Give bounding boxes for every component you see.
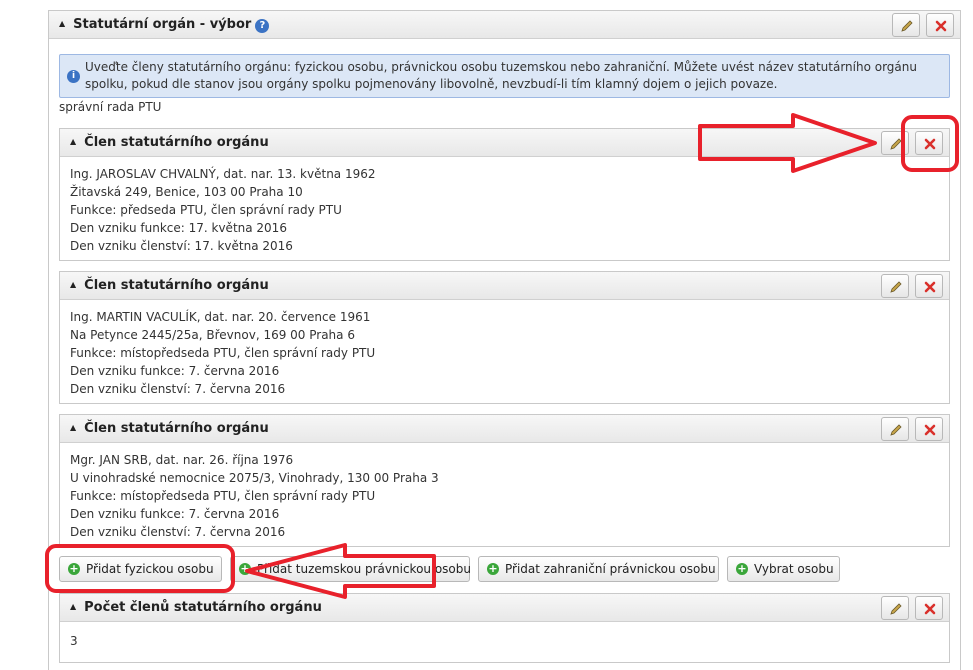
member-line: Den vzniku funkce: 7. června 2016 — [70, 507, 280, 521]
close-icon — [935, 20, 947, 32]
close-icon — [924, 424, 936, 436]
caret-up-icon[interactable]: ▲ — [70, 280, 76, 289]
member-title-wrap: ▲ Člen statutárního orgánu — [70, 278, 269, 293]
pencil-icon — [901, 20, 913, 32]
count-header: ▲ Počet členů statutárního orgánu — [60, 594, 949, 622]
add-domestic-label: Přidat tuzemskou právnickou osobu — [257, 562, 471, 576]
member-details: Ing. JAROSLAV CHVALNÝ, dat. nar. 13. kvě… — [70, 165, 376, 255]
section-title: Statutární orgán - výbor — [73, 17, 252, 32]
plus-circle-icon: + — [68, 562, 80, 575]
caret-up-icon[interactable]: ▲ — [70, 602, 76, 611]
member-title: Člen statutárního orgánu — [84, 421, 269, 436]
member-edit-button[interactable] — [881, 417, 909, 441]
count-value: 3 — [70, 634, 78, 648]
add-domestic-button[interactable]: + Přidat tuzemskou právnickou osobu — [230, 556, 471, 582]
member-line: Den vzniku členství: 17. května 2016 — [70, 239, 293, 253]
count-title-wrap: ▲ Počet členů statutárního orgánu — [70, 600, 322, 615]
member-line: Žitavská 249, Benice, 103 00 Praha 10 — [70, 185, 303, 199]
member-title: Člen statutárního orgánu — [84, 278, 269, 293]
count-edit-button[interactable] — [881, 596, 909, 620]
select-person-label: Vybrat osobu — [754, 562, 834, 576]
close-icon — [924, 603, 936, 615]
plus-circle-icon: + — [736, 562, 748, 575]
info-box: i Uveďte členy statutárního orgánu: fyzi… — [59, 54, 950, 98]
count-title: Počet členů statutárního orgánu — [84, 600, 322, 615]
pencil-icon — [890, 424, 902, 436]
member-line: Mgr. JAN SRB, dat. nar. 26. října 1976 — [70, 453, 294, 467]
member-panel: ▲ Člen statutárního orgánu Ing. MARTIN VA… — [59, 271, 950, 404]
member-header: ▲ Člen statutárního orgánu — [60, 129, 949, 157]
member-title-wrap: ▲ Člen statutárního orgánu — [70, 421, 269, 436]
member-line: Funkce: místopředseda PTU, člen správní … — [70, 489, 376, 503]
member-line: Ing. MARTIN VACULÍK, dat. nar. 20. červe… — [70, 310, 371, 324]
member-header: ▲ Člen statutárního orgánu — [60, 272, 949, 300]
info-text: Uveďte členy statutárního orgánu: fyzick… — [85, 60, 917, 91]
pencil-icon — [890, 603, 902, 615]
member-line: Den vzniku funkce: 17. května 2016 — [70, 221, 287, 235]
add-person-button[interactable]: + Přidat fyzickou osobu — [59, 556, 222, 582]
member-line: Na Petynce 2445/25a, Břevnov, 169 00 Pra… — [70, 328, 355, 342]
member-panel: ▲ Člen statutárního orgánu Mgr. JAN SRB, … — [59, 414, 950, 547]
caret-up-icon[interactable]: ▲ — [70, 423, 76, 432]
member-line: Ing. JAROSLAV CHVALNÝ, dat. nar. 13. kvě… — [70, 167, 376, 181]
pencil-icon — [890, 138, 902, 150]
select-person-button[interactable]: + Vybrat osobu — [727, 556, 840, 582]
section-header: ▲ Statutární orgán - výbor? — [49, 11, 960, 39]
plus-circle-icon: + — [239, 562, 251, 575]
member-details: Ing. MARTIN VACULÍK, dat. nar. 20. červe… — [70, 308, 375, 398]
pencil-icon — [890, 281, 902, 293]
member-line: Den vzniku členství: 7. června 2016 — [70, 525, 286, 539]
help-icon[interactable]: ? — [255, 19, 270, 33]
member-line: Funkce: předseda PTU, člen správní rady … — [70, 203, 342, 217]
close-icon — [924, 281, 936, 293]
member-line: Den vzniku funkce: 7. června 2016 — [70, 364, 280, 378]
member-title-wrap: ▲ Člen statutárního orgánu — [70, 135, 269, 150]
caret-up-icon[interactable]: ▲ — [70, 137, 76, 146]
member-panel: ▲ Člen statutárního orgánu Ing. JAROSLAV … — [59, 128, 950, 261]
caret-up-icon[interactable]: ▲ — [59, 19, 65, 28]
member-delete-button[interactable] — [915, 131, 943, 155]
plus-circle-icon: + — [487, 562, 499, 575]
statutory-organ-section: ▲ Statutární orgán - výbor? i Uveďte člen… — [48, 10, 961, 670]
add-foreign-button[interactable]: + Přidat zahraniční právnickou osobu — [478, 556, 719, 582]
member-line: Funkce: místopředseda PTU, člen správní … — [70, 346, 376, 360]
count-panel: ▲ Počet členů statutárního orgánu 3 — [59, 593, 950, 663]
info-icon: i — [67, 70, 80, 83]
member-edit-button[interactable] — [881, 131, 909, 155]
section-delete-button[interactable] — [926, 13, 954, 37]
section-edit-button[interactable] — [892, 13, 920, 37]
close-icon — [924, 138, 936, 150]
member-delete-button[interactable] — [915, 274, 943, 298]
member-edit-button[interactable] — [881, 274, 909, 298]
member-details: Mgr. JAN SRB, dat. nar. 26. října 1976 U… — [70, 451, 439, 541]
count-delete-button[interactable] — [915, 596, 943, 620]
member-header: ▲ Člen statutárního orgánu — [60, 415, 949, 443]
add-person-label: Přidat fyzickou osobu — [86, 562, 214, 576]
member-delete-button[interactable] — [915, 417, 943, 441]
organ-name: správní rada PTU — [59, 100, 162, 114]
member-line: Den vzniku členství: 7. června 2016 — [70, 382, 286, 396]
member-title: Člen statutárního orgánu — [84, 135, 269, 150]
member-line: U vinohradské nemocnice 2075/3, Vinohrad… — [70, 471, 439, 485]
section-title-wrap: ▲ Statutární orgán - výbor? — [59, 17, 270, 33]
add-foreign-label: Přidat zahraniční právnickou osobu — [505, 562, 716, 576]
